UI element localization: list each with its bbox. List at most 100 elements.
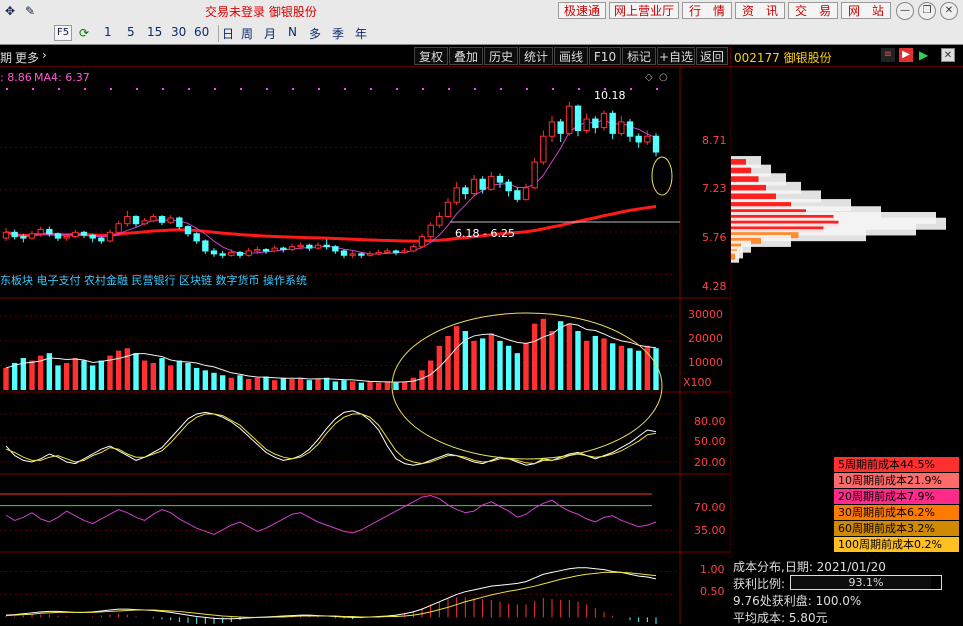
candle-body (254, 249, 261, 252)
diamond-icon[interactable]: ◇ (645, 72, 653, 83)
period-30min[interactable]: 30 (171, 25, 186, 39)
period-season[interactable]: 季 (332, 25, 344, 42)
back-button[interactable]: 返回 (696, 47, 728, 65)
volume-bar (384, 381, 391, 390)
candle-body (37, 228, 44, 235)
candle-body (245, 250, 252, 256)
candle-body (228, 251, 235, 256)
chart-type-icon[interactable]: ≡ (881, 48, 895, 62)
volume-bar (289, 378, 295, 390)
f5-button[interactable]: F5 (54, 25, 72, 41)
candle-body (453, 187, 460, 203)
volume-bar (540, 318, 547, 390)
profit-ratio-bar: 93.1% (790, 575, 942, 590)
candle-body (618, 121, 625, 134)
marker-dot (136, 88, 138, 90)
chevron-right-icon[interactable]: › (42, 48, 47, 62)
volume-bar (219, 375, 226, 390)
marker-dot (188, 88, 190, 90)
mark-button[interactable]: 标记 (622, 47, 656, 65)
period-month[interactable]: 月 (264, 25, 276, 42)
candle-body (98, 237, 105, 242)
candle-body (358, 253, 365, 256)
candle-body (288, 246, 296, 251)
toolbar-button-news[interactable]: 资 讯 (735, 2, 785, 19)
history-button[interactable]: 历史 (484, 47, 518, 65)
volume-tick: 10000 (688, 356, 723, 369)
toolbar-button-trade[interactable]: 交 易 (788, 2, 838, 19)
period-60min[interactable]: 60 (194, 25, 209, 39)
draw-line-button[interactable]: 画线 (554, 47, 588, 65)
marker-dot (110, 88, 112, 90)
volume-bar (514, 353, 521, 390)
period-5min[interactable]: 5 (127, 25, 135, 39)
candle-body (548, 121, 556, 137)
period-week[interactable]: 周 (241, 25, 253, 42)
close-panel-icon[interactable]: ✕ (941, 48, 955, 62)
ma4-label: MA4: 6.37 (34, 71, 90, 84)
overlay-button[interactable]: 叠加 (449, 47, 483, 65)
candle-body (522, 187, 530, 200)
toolbar-button-website[interactable]: 网 站 (841, 2, 891, 19)
period-15min[interactable]: 15 (147, 25, 162, 39)
pencil-icon[interactable]: ✎ (22, 3, 38, 19)
volume-bar (419, 370, 425, 390)
chart-toolbar: 期 更多 › 复权 叠加 历史 统计 画线 F10 标记 +自选 返回 (0, 46, 730, 67)
period-multi[interactable]: 多 (309, 25, 321, 42)
volume-bar (523, 343, 529, 390)
toolbar-button-express[interactable]: 极速通 (558, 2, 606, 19)
toolbar-button-quotes[interactable]: 行 情 (682, 2, 732, 19)
close-icon[interactable]: ✕ (940, 2, 958, 20)
marker-dot (292, 88, 294, 90)
refresh-icon[interactable]: ⟳ (76, 25, 92, 41)
period-n[interactable]: N (288, 25, 297, 39)
stock-header: 002177 御银股份 ≡ ▶ ▶ ✕ (730, 46, 963, 67)
period-day[interactable]: 日 (218, 25, 234, 42)
cost-legend-row: 5周期前成本44.5% (834, 457, 959, 472)
chart-area[interactable]: : 8.86 MA4: 6.37 10.18 6.18 - 6.25 东板块 电… (0, 66, 730, 624)
cost-distribution-icon[interactable]: ▶ (899, 48, 913, 62)
adjust-button[interactable]: 复权 (414, 47, 448, 65)
candle-body (401, 250, 408, 253)
stats-button[interactable]: 统计 (519, 47, 553, 65)
period-year[interactable]: 年 (355, 25, 367, 42)
add-favorite-button[interactable]: +自选 (657, 47, 695, 65)
f10-button[interactable]: F10 (589, 47, 621, 65)
ma60-line (5, 205, 657, 243)
volume-bar (237, 375, 243, 390)
volume-bar (627, 348, 633, 390)
marker-dot (266, 88, 268, 90)
volume-tick: 20000 (688, 332, 723, 345)
kdj-d-line (5, 413, 657, 465)
volume-bar (410, 377, 417, 390)
candle-body (332, 246, 339, 252)
volume-bar (375, 382, 382, 390)
triangle-icon[interactable]: ▶ (919, 48, 928, 62)
volume-bar (81, 360, 87, 390)
candle-body (444, 201, 452, 218)
price-profit-label: 9.76处获利盘: 100.0% (733, 594, 862, 608)
period-1min[interactable]: 1 (104, 25, 112, 39)
minimize-icon[interactable]: — (896, 2, 914, 20)
range-label: 6.18 - 6.25 (455, 227, 515, 240)
volume-bar (367, 381, 373, 390)
more-button[interactable]: 更多 (15, 49, 39, 66)
sector-tags: 东板块 电子支付 农村金融 民营银行 区块链 数字货币 操作系统 (0, 273, 307, 287)
volume-tick: 30000 (688, 308, 723, 321)
restore-icon[interactable]: ❐ (918, 2, 936, 20)
circle-icon[interactable]: ○ (659, 72, 668, 83)
volume-bar (488, 333, 495, 390)
marker-dot (84, 88, 86, 90)
marker-dot (474, 88, 476, 90)
marker-dot (500, 88, 502, 90)
cost-profile-core (731, 253, 735, 260)
move-icon[interactable]: ✥ (2, 3, 18, 19)
toolbar-button-online-hall[interactable]: 网上营业厅 (609, 2, 679, 19)
cost-profile-core (731, 176, 759, 183)
volume-bar (575, 331, 581, 390)
volume-bar (471, 340, 477, 390)
volume-bar (3, 367, 9, 390)
candle-body (652, 135, 660, 153)
candle-body (557, 121, 564, 134)
volume-bar (55, 365, 61, 390)
